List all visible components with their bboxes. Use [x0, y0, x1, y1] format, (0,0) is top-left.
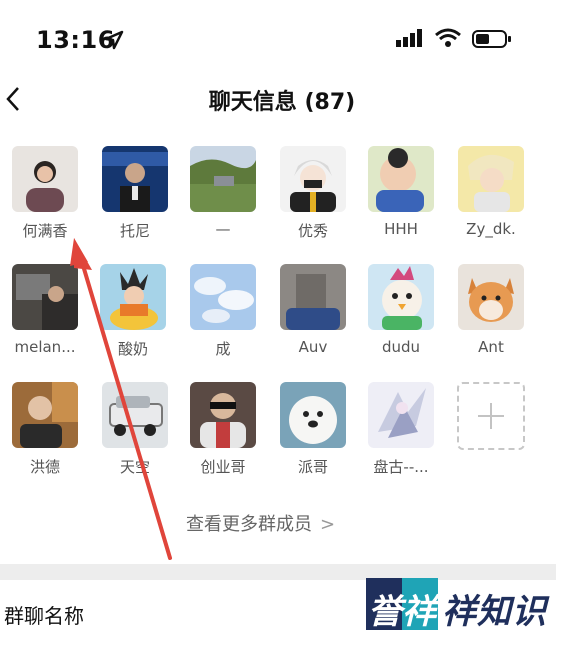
member-name: 天空	[119, 458, 150, 476]
avatar	[458, 146, 524, 212]
chevron-right-icon: >	[320, 514, 336, 535]
member-tile[interactable]: 创业哥	[178, 382, 268, 477]
member-tile[interactable]: dudu	[356, 264, 446, 356]
member-tile[interactable]: 托尼	[90, 146, 180, 241]
avatar	[368, 264, 434, 330]
member-tile[interactable]: 盘古--...	[356, 382, 446, 477]
member-name: 优秀	[297, 222, 328, 240]
member-tile[interactable]: HHH	[356, 146, 446, 238]
avatar	[12, 382, 78, 448]
member-tile[interactable]: 何满香	[0, 146, 90, 241]
avatar	[190, 382, 256, 448]
member-name: 成	[215, 340, 231, 358]
avatar	[280, 382, 346, 448]
member-name: HHH	[384, 220, 418, 238]
watermark-logo: 誉 祥 祥知识	[366, 578, 562, 634]
avatar	[102, 382, 168, 448]
member-name: 盘古--...	[373, 458, 429, 476]
view-more-label: 查看更多群成员	[186, 514, 312, 535]
member-name: Ant	[478, 338, 504, 356]
avatar	[280, 146, 346, 212]
avatar	[280, 264, 346, 330]
avatar	[12, 264, 78, 330]
member-name: 创业哥	[200, 458, 246, 476]
member-tile[interactable]: Auv	[268, 264, 358, 356]
member-name: Zy_dk.	[466, 220, 516, 238]
wifi-icon	[435, 28, 461, 47]
member-tile[interactable]: —	[178, 146, 268, 238]
view-more-members-link[interactable]: 查看更多群成员 >	[186, 510, 335, 536]
member-name: 派哥	[297, 458, 328, 476]
avatar	[368, 382, 434, 448]
member-tile[interactable]: 天空	[90, 382, 180, 477]
member-tile[interactable]: Zy_dk.	[446, 146, 536, 238]
battery-icon	[472, 30, 511, 48]
member-tile[interactable]: 洪德	[0, 382, 90, 477]
page-title: 聊天信息 (87)	[208, 90, 356, 115]
member-tile[interactable]: 派哥	[268, 382, 358, 477]
signal-icon	[396, 29, 422, 47]
member-tile[interactable]: 优秀	[268, 146, 358, 241]
member-name: Auv	[298, 338, 328, 356]
member-tile[interactable]: melan...	[0, 264, 90, 356]
status-bar: 13:16	[0, 0, 564, 70]
member-tile[interactable]: 成	[178, 264, 268, 359]
group-name-label: 群聊名称	[4, 604, 84, 628]
plus-icon	[478, 403, 504, 429]
member-tile[interactable]: 酸奶	[88, 264, 178, 359]
avatar	[12, 146, 78, 212]
member-name: 何满香	[22, 222, 68, 240]
member-name: —	[215, 220, 231, 238]
member-name: dudu	[381, 338, 421, 356]
member-tile[interactable]: Ant	[446, 264, 536, 356]
location-arrow-icon	[104, 30, 124, 50]
avatar	[190, 264, 256, 330]
avatar	[458, 264, 524, 330]
avatar	[368, 146, 434, 212]
member-name: 酸奶	[117, 340, 148, 358]
avatar	[102, 146, 168, 212]
member-name: melan...	[14, 338, 76, 356]
avatar	[100, 264, 166, 330]
member-name: 洪德	[29, 458, 60, 476]
navigation-bar: 聊天信息 (87)	[0, 70, 564, 126]
add-member-button[interactable]	[446, 382, 536, 450]
avatar	[190, 146, 256, 212]
member-name: 托尼	[119, 222, 150, 240]
